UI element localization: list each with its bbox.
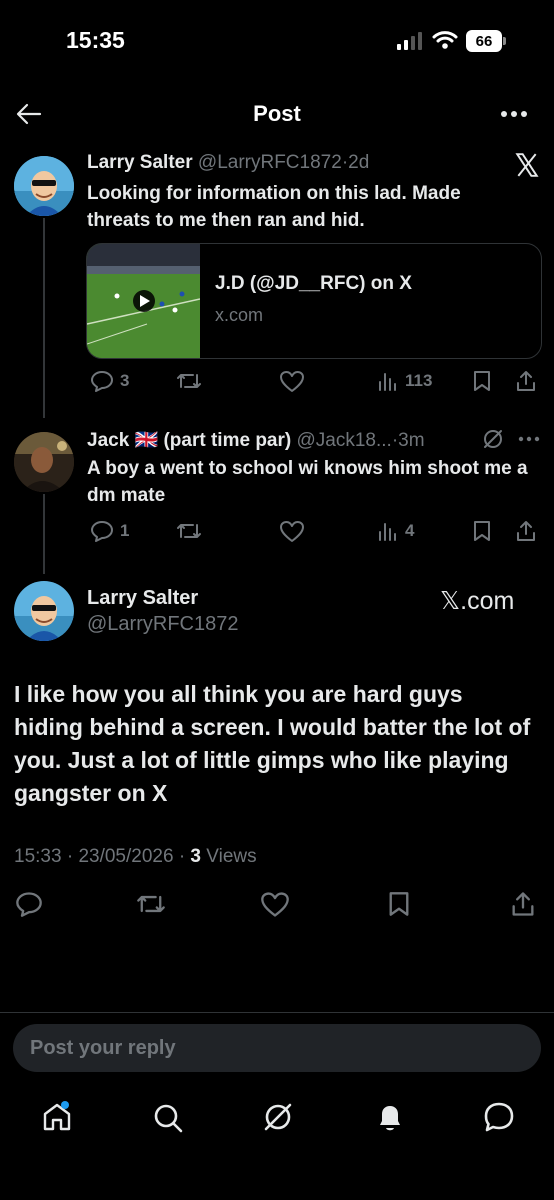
like-button[interactable] [279, 520, 305, 543]
reply-button[interactable]: 1 [90, 520, 129, 542]
home-indicator [0, 1160, 554, 1200]
views-count: 4 [405, 521, 415, 540]
repost-button[interactable] [176, 520, 202, 542]
views-button[interactable]: 113 [377, 370, 432, 392]
wifi-icon [432, 30, 458, 50]
views-button[interactable]: 4 [377, 520, 414, 542]
bookmark-button[interactable] [387, 891, 411, 917]
link-card[interactable]: J.D (@JD__RFC) on X x.com [86, 243, 542, 359]
post-age: 2d [348, 152, 370, 173]
card-thumbnail [87, 244, 200, 358]
avatar[interactable] [14, 156, 74, 216]
grok-icon[interactable] [482, 428, 504, 450]
post-time: 15:33 [14, 846, 62, 867]
nav-grok[interactable] [261, 1100, 295, 1134]
post-date: 23/05/2026 [78, 846, 174, 867]
reply-input[interactable]: Post your reply [13, 1024, 541, 1072]
post-text: I like how you all think you are hard gu… [14, 681, 531, 806]
more-options-button[interactable] [500, 110, 528, 118]
chat-icon [484, 1102, 514, 1132]
author-handle[interactable]: @LarryRFC1872 [87, 613, 238, 636]
author-name[interactable]: Larry Salter [87, 587, 198, 610]
repost-button[interactable] [136, 891, 166, 917]
like-button[interactable] [260, 891, 290, 918]
reply-count: 1 [120, 521, 130, 540]
reply-placeholder: Post your reply [30, 1037, 176, 1059]
reply-icon [91, 371, 113, 392]
share-icon [517, 371, 535, 391]
battery-level: 66 [475, 32, 493, 50]
grok-icon [264, 1103, 292, 1131]
repost-icon [137, 895, 165, 913]
bell-icon [380, 1106, 400, 1131]
share-button[interactable] [514, 369, 538, 393]
share-button[interactable] [514, 519, 538, 543]
repost-icon [177, 374, 201, 388]
views-count: 3 [190, 846, 201, 867]
post-age: 3m [398, 430, 425, 451]
repost-button[interactable] [176, 370, 202, 392]
nav-search[interactable] [152, 1102, 184, 1134]
bookmark-button[interactable] [472, 370, 492, 392]
divider [0, 1012, 554, 1013]
reply-button[interactable]: 3 [90, 370, 129, 392]
more-icon [501, 111, 527, 117]
share-icon [517, 521, 535, 541]
page-title: Post [253, 101, 301, 126]
author-handle[interactable]: @LarryRFC1872 [198, 152, 342, 173]
views-label: Views [206, 846, 257, 867]
x-logo-icon [514, 152, 540, 178]
like-button[interactable] [279, 370, 305, 393]
home-icon [43, 1101, 71, 1131]
bookmark-icon [474, 521, 490, 541]
search-icon [154, 1104, 183, 1133]
reply-icon [16, 892, 42, 917]
reply-count: 3 [120, 371, 130, 390]
thread-line [43, 494, 45, 574]
reply-icon [91, 521, 113, 542]
card-title: J.D (@JD__RFC) on X [215, 273, 412, 294]
thread-line [43, 218, 45, 418]
heart-icon [280, 371, 304, 392]
avatar[interactable] [14, 581, 74, 641]
author-handle[interactable]: @Jack18... [297, 430, 392, 451]
nav-notifications[interactable] [373, 1100, 407, 1134]
battery-icon: 66 [466, 30, 502, 52]
x-com-badge: 𝕏.com [440, 587, 515, 615]
avatar[interactable] [14, 432, 74, 492]
card-domain: x.com [215, 305, 264, 325]
heart-icon [280, 521, 304, 542]
bookmark-button[interactable] [472, 520, 492, 542]
nav-home[interactable] [40, 1100, 74, 1134]
share-icon [512, 892, 534, 916]
status-time: 15:35 [66, 27, 125, 53]
post-text: A boy a went to school wi knows him shoo… [87, 458, 528, 506]
reply-button[interactable] [15, 891, 43, 917]
analytics-icon [379, 373, 396, 391]
bookmark-icon [389, 892, 409, 916]
views-count: 113 [405, 371, 433, 390]
post-text: Looking for information on this lad. Mad… [87, 183, 461, 231]
author-name[interactable]: Jack 🇬🇧 (part time par) [87, 430, 291, 451]
share-button[interactable] [509, 890, 537, 918]
repost-icon [177, 524, 201, 538]
analytics-icon [379, 523, 396, 541]
bookmark-icon [474, 371, 490, 391]
nav-messages[interactable] [482, 1100, 516, 1134]
heart-icon [261, 892, 289, 917]
signal-icon [397, 32, 425, 50]
author-name[interactable]: Larry Salter [87, 152, 193, 173]
more-icon[interactable] [518, 436, 540, 442]
